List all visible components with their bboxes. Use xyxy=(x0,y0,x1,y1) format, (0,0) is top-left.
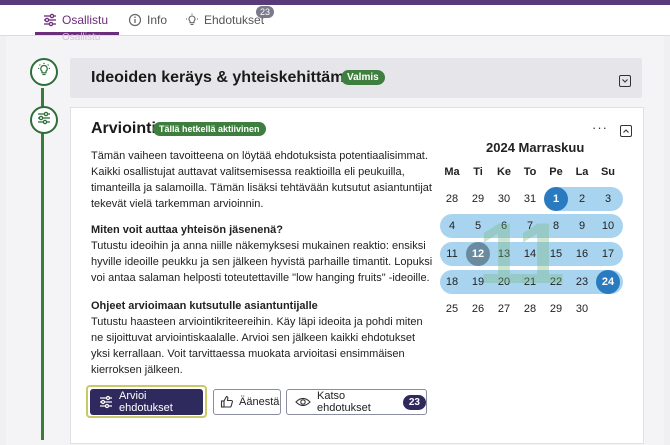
calendar-title: 2024 Marraskuu xyxy=(486,140,585,155)
calendar-day[interactable]: 9 xyxy=(569,214,595,238)
chevron-down-icon xyxy=(621,72,629,90)
calendar-day[interactable]: 11 xyxy=(439,242,465,266)
weekday-label: To xyxy=(523,166,537,178)
weekday-label: Ma xyxy=(444,166,460,178)
phase1-card[interactable]: Ideoiden keräys & yhteiskehittäminen Val… xyxy=(70,58,642,98)
view-button-label: Katso ehdotukset xyxy=(317,390,371,414)
sliders-icon xyxy=(36,110,52,131)
tab-osallistu[interactable]: Osallistu xyxy=(43,5,108,34)
calendar-day[interactable]: 10 xyxy=(595,214,621,238)
community-help-section: Miten voit auttaa yhteisön jäsenenä? Tut… xyxy=(91,222,436,286)
community-help-text: Tutustu ideoihin ja anna niille näkemyks… xyxy=(91,240,433,284)
status-badge-active: Tällä hetkellä aktiivinen xyxy=(153,122,266,136)
thumbs-up-icon xyxy=(220,395,234,409)
eye-icon xyxy=(295,396,311,408)
calendar-day[interactable]: 25 xyxy=(439,297,465,321)
calendar-day[interactable]: 23 xyxy=(569,270,595,294)
expert-instructions-section: Ohjeet arvioimaan kutsutulle asiantuntij… xyxy=(91,298,436,378)
weekday-label: Pe xyxy=(549,166,563,178)
evaluate-proposals-button[interactable]: Arvioi ehdotukset xyxy=(90,389,203,415)
calendar-day[interactable]: 30 xyxy=(569,297,595,321)
lightbulb-icon xyxy=(185,13,199,27)
calendar-day[interactable]: 18 xyxy=(439,270,465,294)
info-icon xyxy=(128,13,142,27)
tab-label: Info xyxy=(147,12,168,27)
chevron-up-icon xyxy=(622,122,630,140)
view-proposals-button[interactable]: Katso ehdotukset 23 xyxy=(286,389,427,415)
expert-instructions-heading: Ohjeet arvioimaan kutsutulle asiantuntij… xyxy=(91,300,318,312)
phase1-marker xyxy=(30,58,58,86)
tab-label: Osallistu xyxy=(62,12,109,27)
calendar-day[interactable]: 17 xyxy=(595,242,621,266)
calendar-day[interactable]: 28 xyxy=(439,187,465,211)
community-help-heading: Miten voit auttaa yhteisön jäsenenä? xyxy=(91,224,283,236)
calendar-day[interactable]: 24 xyxy=(595,270,621,294)
calendar-day[interactable]: 3 xyxy=(595,187,621,211)
weekday-label: La xyxy=(575,166,589,178)
tab-info[interactable]: Info xyxy=(128,5,167,34)
collapse-button[interactable] xyxy=(620,125,632,137)
calendar-day[interactable]: 4 xyxy=(439,214,465,238)
weekday-label: Ke xyxy=(496,166,512,178)
more-options-button[interactable]: ··· xyxy=(592,120,608,135)
ghost-text: Osallistu xyxy=(62,32,101,43)
tab-ehdotukset[interactable]: Ehdotukset xyxy=(185,5,264,34)
status-badge-done: Valmis xyxy=(341,70,385,85)
phase2-title: Arviointi xyxy=(91,120,156,137)
sliders-icon xyxy=(43,13,57,27)
weekday-label: Ti xyxy=(473,166,483,178)
vote-button[interactable]: Äänestä xyxy=(213,389,281,415)
tab-bar: Osallistu Info Ehdotukset 23 xyxy=(0,5,670,36)
expert-instructions-text: Tutustu haasteen arviointikriteereihin. … xyxy=(91,316,423,376)
phase-intro-text: Tämän vaiheen tavoitteena on löytää ehdo… xyxy=(91,150,432,210)
tab-label: Ehdotukset xyxy=(204,12,265,27)
phase2-marker xyxy=(30,106,58,134)
proposal-count-badge: 23 xyxy=(256,6,275,18)
expand-button[interactable] xyxy=(619,75,631,87)
timeline-line xyxy=(41,88,44,440)
calendar-day[interactable]: 2 xyxy=(569,187,595,211)
vote-button-label: Äänestä xyxy=(239,396,280,408)
weekday-label: Su xyxy=(600,166,616,178)
sliders-icon xyxy=(99,395,113,409)
phase1-title: Ideoiden keräys & yhteiskehittäminen xyxy=(91,69,378,86)
calendar-day[interactable]: 16 xyxy=(569,242,595,266)
evaluate-button-label: Arvioi ehdotukset xyxy=(119,390,173,414)
proposal-count-pill: 23 xyxy=(402,394,426,410)
lightbulb-icon xyxy=(36,62,52,83)
calendar-watermark: 11 xyxy=(478,206,565,302)
